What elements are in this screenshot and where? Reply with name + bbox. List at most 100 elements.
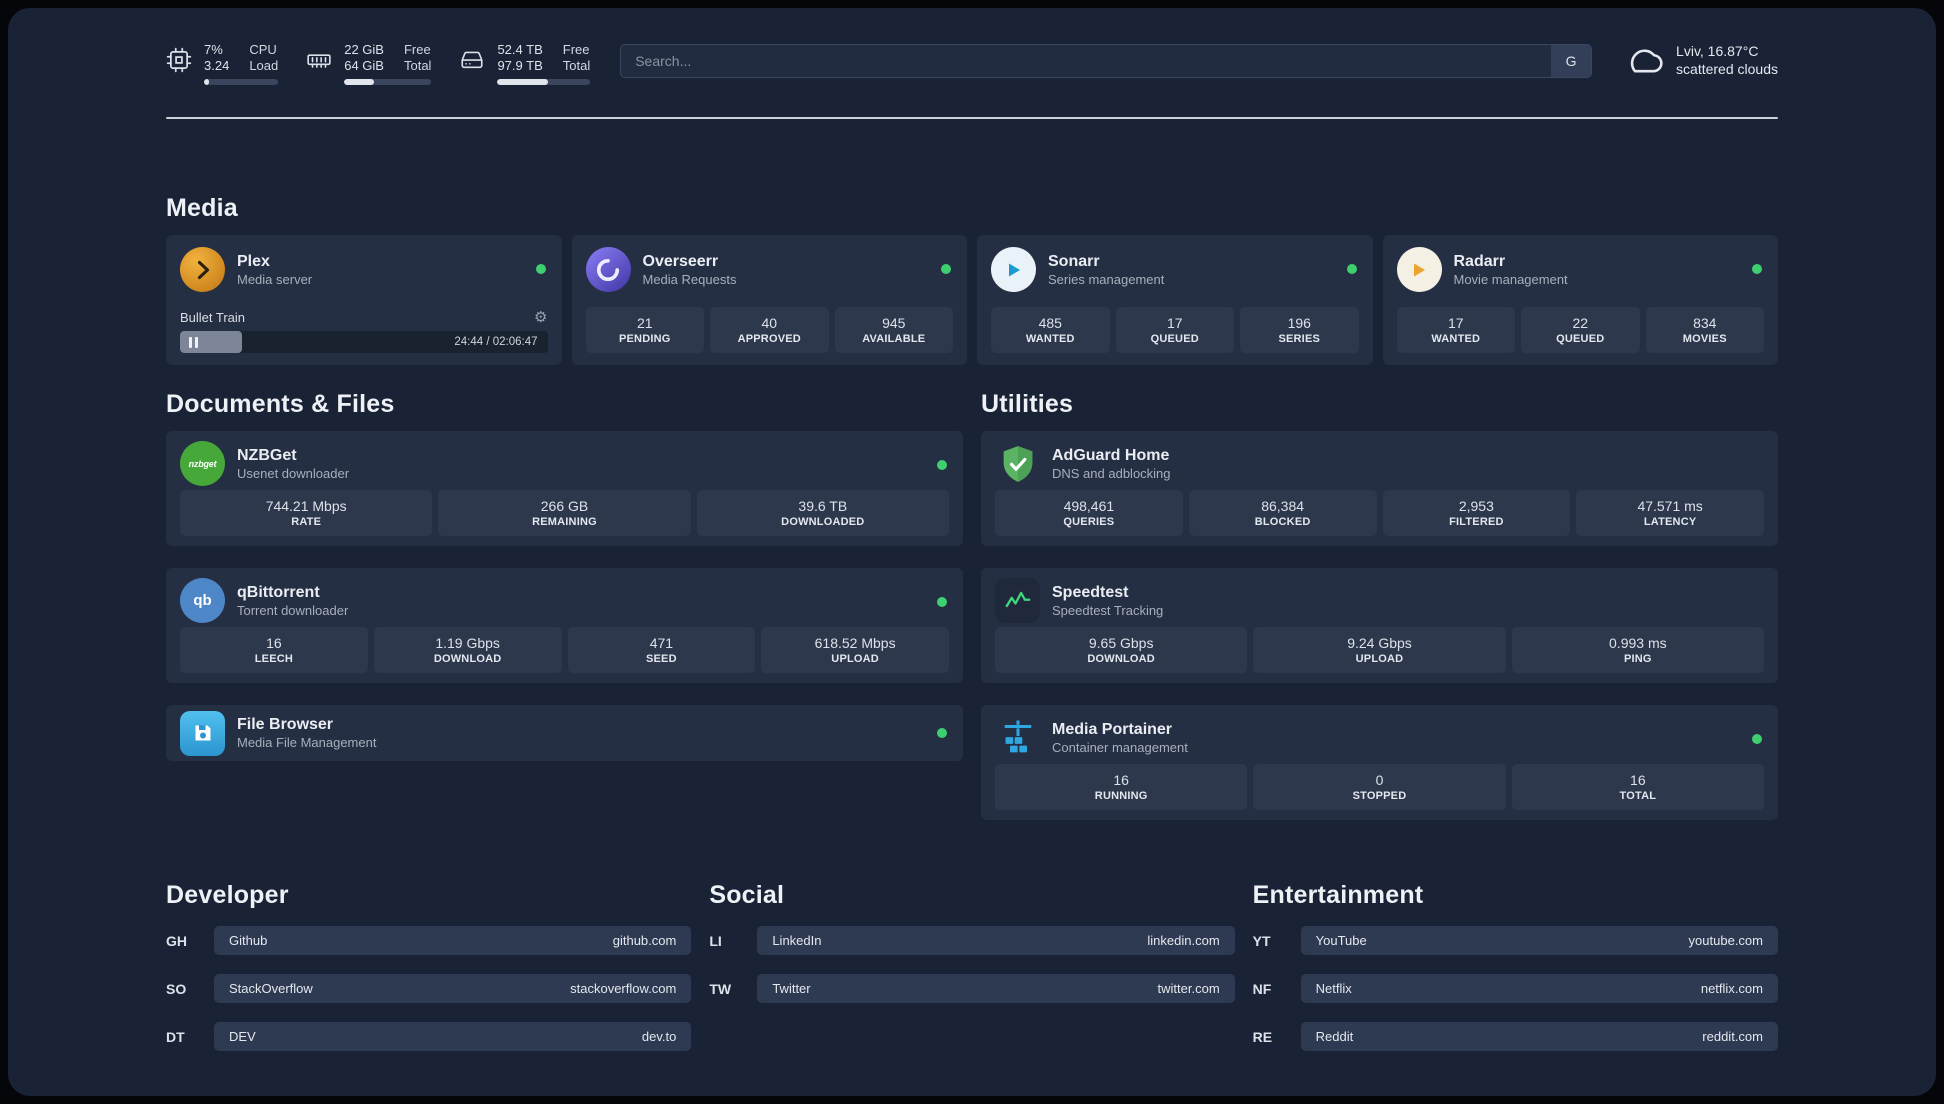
bookmark-row: LI LinkedIn linkedin.com bbox=[709, 926, 1235, 955]
app-card-qbittorrent[interactable]: qb qBittorrent Torrent downloader 16 LEE… bbox=[166, 568, 963, 683]
stat-tile: 945 AVAILABLE bbox=[834, 307, 953, 353]
stat-tile: 1.19 Gbps DOWNLOAD bbox=[373, 627, 562, 673]
search-engine-button[interactable]: G bbox=[1551, 45, 1592, 77]
stat-label: MOVIES bbox=[1682, 332, 1727, 345]
overseerr-icon bbox=[585, 247, 631, 292]
stat-value: 16 bbox=[1113, 771, 1129, 788]
app-card-filebrowser[interactable]: File Browser Media File Management bbox=[166, 705, 963, 761]
bookmark-link-youtube[interactable]: YouTube youtube.com bbox=[1300, 926, 1778, 955]
stat-value: 485 bbox=[1038, 314, 1062, 331]
radarr-icon bbox=[1396, 247, 1442, 292]
nzbget-icon: nzbget bbox=[180, 441, 225, 486]
bookmark-link-netflix[interactable]: Netflix netflix.com bbox=[1300, 974, 1778, 1003]
cpu-widget: 7% CPU 3.24 Load bbox=[166, 42, 279, 85]
disk-usage-bar-fill bbox=[497, 79, 548, 85]
cpu-usage-label: CPU bbox=[249, 42, 277, 57]
app-card-portainer[interactable]: Media Portainer Container management 16 … bbox=[981, 705, 1778, 820]
stat-label: UPLOAD bbox=[831, 652, 879, 665]
stat-tile: 17 WANTED bbox=[1396, 307, 1515, 353]
playback-progress-bar[interactable]: 24:44 / 02:06:47 bbox=[180, 331, 548, 353]
app-name: File Browser bbox=[237, 716, 334, 733]
bookmark-link-linkedin[interactable]: LinkedIn linkedin.com bbox=[757, 926, 1235, 955]
stat-value: 86,384 bbox=[1261, 497, 1305, 514]
bookmark-row: DT DEV dev.to bbox=[166, 1022, 692, 1051]
bookmark-link-github[interactable]: Github github.com bbox=[214, 926, 692, 955]
filebrowser-icon bbox=[180, 710, 225, 756]
bookmark-abbr: DT bbox=[166, 1028, 185, 1045]
bookmark-name: DEV bbox=[229, 1029, 256, 1044]
weather-condition: scattered clouds bbox=[1676, 61, 1778, 77]
stat-label: WANTED bbox=[1431, 332, 1481, 345]
speedtest-icon bbox=[995, 578, 1040, 623]
app-card-overseerr[interactable]: Overseerr Media Requests 21 PENDING 40 A… bbox=[571, 235, 967, 365]
stat-tile: 21 PENDING bbox=[585, 307, 704, 353]
bookmark-abbr: YT bbox=[1252, 932, 1271, 949]
app-card-nzbget[interactable]: nzbget NZBGet Usenet downloader 744.21 M… bbox=[166, 431, 963, 546]
pause-icon[interactable] bbox=[189, 336, 198, 348]
stat-label: REMAINING bbox=[532, 515, 597, 528]
stat-tile: 834 MOVIES bbox=[1645, 307, 1764, 353]
stat-label: DOWNLOAD bbox=[433, 652, 502, 665]
app-card-speedtest[interactable]: Speedtest Speedtest Tracking 9.65 Gbps D… bbox=[981, 568, 1778, 683]
bookmark-row: SO StackOverflow stackoverflow.com bbox=[166, 974, 692, 1003]
bookmark-group-developer: Developer GH Github github.com SO StackO… bbox=[166, 880, 692, 1051]
status-dot bbox=[941, 264, 951, 274]
bookmark-link-twitter[interactable]: Twitter twitter.com bbox=[757, 974, 1235, 1003]
cloud-icon bbox=[1622, 44, 1664, 76]
app-subtitle: Speedtest Tracking bbox=[1052, 602, 1164, 618]
cpu-usage-bar bbox=[204, 79, 279, 85]
stat-label: FILTERED bbox=[1449, 515, 1504, 528]
stat-label: BLOCKED bbox=[1254, 515, 1311, 528]
app-card-plex[interactable]: Plex Media server Bullet Train ⚙ 24:44 /… bbox=[166, 235, 562, 365]
app-subtitle: Movie management bbox=[1453, 271, 1568, 287]
app-subtitle: Media File Management bbox=[237, 735, 377, 750]
bookmark-url: linkedin.com bbox=[1147, 933, 1220, 948]
top-bar: 7% CPU 3.24 Load 22 GiB Free 64 GiB Tota… bbox=[166, 42, 1778, 85]
app-name: AdGuard Home bbox=[1052, 446, 1170, 464]
bookmark-group-entertainment: Entertainment YT YouTube youtube.com NF … bbox=[1253, 880, 1778, 1051]
bookmark-link-dev[interactable]: DEV dev.to bbox=[214, 1022, 692, 1051]
stat-value: 39.6 TB bbox=[798, 497, 848, 514]
stat-label: QUERIES bbox=[1063, 515, 1115, 528]
bookmark-link-reddit[interactable]: Reddit reddit.com bbox=[1300, 1022, 1778, 1051]
search-input[interactable] bbox=[620, 44, 1593, 78]
disk-usage-bar bbox=[497, 79, 591, 85]
disk-widget: 52.4 TB Free 97.9 TB Total bbox=[459, 42, 591, 85]
stat-tile: 0 STOPPED bbox=[1253, 764, 1506, 810]
bookmark-abbr: NF bbox=[1252, 980, 1272, 997]
stat-value: 9.65 Gbps bbox=[1088, 634, 1154, 651]
app-card-radarr[interactable]: Radarr Movie management 17 WANTED 22 QUE… bbox=[1382, 235, 1778, 365]
plex-icon bbox=[180, 247, 225, 292]
bookmark-abbr: TW bbox=[709, 980, 732, 997]
status-dot bbox=[535, 264, 546, 274]
stat-label: UPLOAD bbox=[1355, 652, 1404, 665]
stat-label: QUEUED bbox=[1556, 332, 1605, 345]
ram-free-label: Free bbox=[403, 42, 431, 57]
app-subtitle: Media server bbox=[237, 271, 313, 287]
gear-icon[interactable]: ⚙ bbox=[534, 310, 547, 325]
bookmark-row: GH Github github.com bbox=[166, 926, 692, 955]
utilities-column: Utilities AdGuard Home DNS and adblockin… bbox=[981, 389, 1778, 820]
system-metrics: 7% CPU 3.24 Load 22 GiB Free 64 GiB Tota… bbox=[166, 42, 591, 85]
section-title-media: Media bbox=[166, 194, 238, 222]
app-name: Sonarr bbox=[1048, 252, 1100, 270]
qbittorrent-icon: qb bbox=[180, 578, 225, 623]
stat-tile: 498,461 QUERIES bbox=[995, 490, 1183, 536]
stat-tile: 16 RUNNING bbox=[995, 764, 1248, 810]
ram-icon bbox=[306, 47, 332, 73]
stat-value: 16 bbox=[266, 634, 282, 651]
app-subtitle: Container management bbox=[1052, 739, 1188, 755]
stat-tile: 2,953 FILTERED bbox=[1382, 490, 1571, 536]
status-dot bbox=[1752, 264, 1762, 274]
status-dot bbox=[937, 728, 947, 738]
app-card-sonarr[interactable]: Sonarr Series management 485 WANTED 17 Q… bbox=[977, 235, 1373, 365]
stat-value: 16 bbox=[1630, 771, 1646, 788]
bookmark-link-stackoverflow[interactable]: StackOverflow stackoverflow.com bbox=[214, 974, 692, 1003]
app-name: qBittorrent bbox=[237, 583, 320, 601]
bookmark-abbr: LI bbox=[709, 932, 722, 949]
section-title-utilities: Utilities bbox=[981, 390, 1074, 418]
section-title-documents: Documents & Files bbox=[166, 390, 395, 418]
app-card-adguard[interactable]: AdGuard Home DNS and adblocking 498,461 … bbox=[981, 431, 1778, 546]
bookmark-abbr: RE bbox=[1252, 1028, 1273, 1045]
stat-label: WANTED bbox=[1025, 332, 1075, 345]
